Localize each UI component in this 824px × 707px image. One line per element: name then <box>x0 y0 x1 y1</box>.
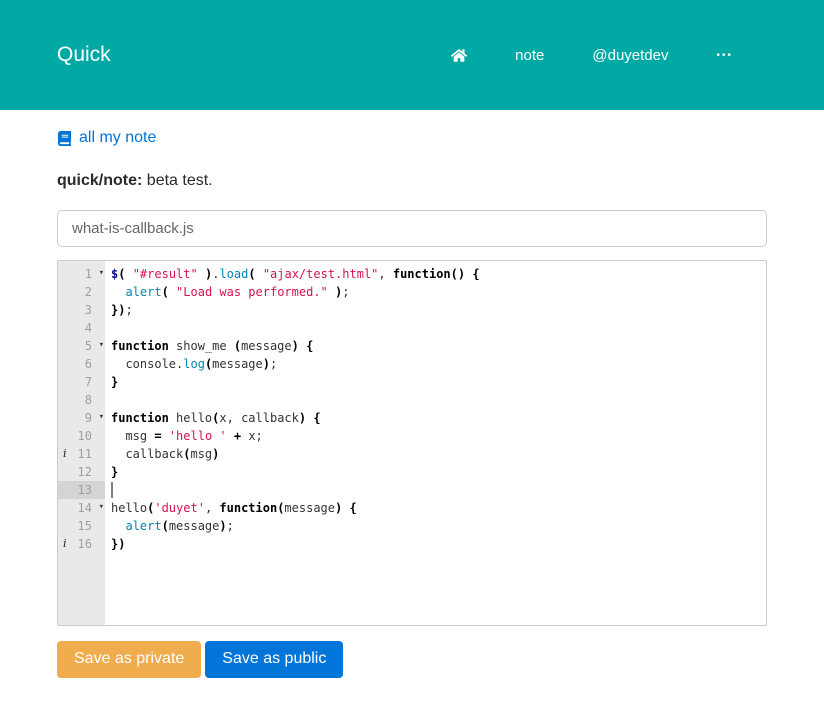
top-nav: note @duyetdev ••• <box>451 47 767 64</box>
code-line-16[interactable]: }) <box>105 535 766 553</box>
info-annotation-icon: i <box>63 535 67 553</box>
brand-title[interactable]: Quick <box>57 43 111 67</box>
code-line-3[interactable]: }); <box>105 301 766 319</box>
editor-line-9[interactable]: 9▾function hello(x, callback) { <box>58 409 766 427</box>
save-public-button[interactable]: Save as public <box>205 641 343 678</box>
note-name: quick/note: <box>57 172 142 189</box>
code-line-1[interactable]: $( "#result" ).load( "ajax/test.html", f… <box>105 265 766 283</box>
editor-line-2[interactable]: 2 alert( "Load was performed." ); <box>58 283 766 301</box>
home-icon <box>451 48 467 63</box>
back-link-label: all my note <box>79 129 156 147</box>
code-line-9[interactable]: function hello(x, callback) { <box>105 409 766 427</box>
gutter-line-number-10[interactable]: 10 <box>58 427 105 445</box>
nav-user[interactable]: @duyetdev <box>592 47 668 64</box>
editor-line-3[interactable]: 3}); <box>58 301 766 319</box>
main-content: all my note quick/note: beta test. 1▾$( … <box>0 110 824 678</box>
code-line-10[interactable]: msg = 'hello ' + x; <box>105 427 766 445</box>
editor-line-1[interactable]: 1▾$( "#result" ).load( "ajax/test.html",… <box>58 265 766 283</box>
editor-line-5[interactable]: 5▾function show_me (message) { <box>58 337 766 355</box>
editor-line-14[interactable]: 14▾hello('duyet', function(message) { <box>58 499 766 517</box>
gutter-line-number-12[interactable]: 12 <box>58 463 105 481</box>
nav-note[interactable]: note <box>515 47 544 64</box>
code-line-5[interactable]: function show_me (message) { <box>105 337 766 355</box>
save-private-button[interactable]: Save as private <box>57 641 201 678</box>
book-icon <box>57 131 72 146</box>
editor-line-11[interactable]: i11 callback(msg) <box>58 445 766 463</box>
fold-arrow-icon[interactable]: ▾ <box>99 339 104 352</box>
note-description: quick/note: beta test. <box>57 172 767 190</box>
code-line-4[interactable] <box>105 319 766 337</box>
gutter-line-number-15[interactable]: 15 <box>58 517 105 535</box>
gutter-line-number-2[interactable]: 2 <box>58 283 105 301</box>
editor-lines: 1▾$( "#result" ).load( "ajax/test.html",… <box>58 261 766 553</box>
gutter-line-number-6[interactable]: 6 <box>58 355 105 373</box>
code-line-13[interactable] <box>105 481 766 499</box>
editor-line-10[interactable]: 10 msg = 'hello ' + x; <box>58 427 766 445</box>
fold-arrow-icon[interactable]: ▾ <box>99 411 104 424</box>
code-line-15[interactable]: alert(message); <box>105 517 766 535</box>
save-buttons-row: Save as private Save as public <box>57 641 767 678</box>
gutter-line-number-3[interactable]: 3 <box>58 301 105 319</box>
code-line-7[interactable]: } <box>105 373 766 391</box>
nav-more-menu[interactable]: ••• <box>716 50 733 61</box>
nav-home[interactable] <box>451 48 467 63</box>
gutter-line-number-1[interactable]: 1▾ <box>58 265 105 283</box>
editor-line-16[interactable]: i16}) <box>58 535 766 553</box>
filename-input[interactable] <box>57 210 767 247</box>
gutter-line-number-16[interactable]: i16 <box>58 535 105 553</box>
gutter-line-number-9[interactable]: 9▾ <box>58 409 105 427</box>
editor-line-15[interactable]: 15 alert(message); <box>58 517 766 535</box>
code-line-11[interactable]: callback(msg) <box>105 445 766 463</box>
code-editor[interactable]: 1▾$( "#result" ).load( "ajax/test.html",… <box>57 260 767 626</box>
editor-line-7[interactable]: 7} <box>58 373 766 391</box>
gutter-line-number-14[interactable]: 14▾ <box>58 499 105 517</box>
code-line-2[interactable]: alert( "Load was performed." ); <box>105 283 766 301</box>
editor-line-6[interactable]: 6 console.log(message); <box>58 355 766 373</box>
note-desc-text: beta test. <box>147 172 213 189</box>
code-line-14[interactable]: hello('duyet', function(message) { <box>105 499 766 517</box>
editor-line-4[interactable]: 4 <box>58 319 766 337</box>
editor-line-13[interactable]: 13 <box>58 481 766 499</box>
editor-line-8[interactable]: 8 <box>58 391 766 409</box>
code-line-8[interactable] <box>105 391 766 409</box>
gutter-line-number-4[interactable]: 4 <box>58 319 105 337</box>
app-header: Quick note @duyetdev ••• <box>0 0 824 110</box>
fold-arrow-icon[interactable]: ▾ <box>99 501 104 514</box>
text-cursor <box>111 482 113 498</box>
gutter-line-number-7[interactable]: 7 <box>58 373 105 391</box>
editor-line-12[interactable]: 12} <box>58 463 766 481</box>
gutter-line-number-5[interactable]: 5▾ <box>58 337 105 355</box>
gutter-line-number-11[interactable]: i11 <box>58 445 105 463</box>
gutter-line-number-8[interactable]: 8 <box>58 391 105 409</box>
info-annotation-icon: i <box>63 445 67 463</box>
gutter-line-number-13[interactable]: 13 <box>58 481 105 499</box>
all-my-note-link[interactable]: all my note <box>57 129 156 147</box>
fold-arrow-icon[interactable]: ▾ <box>99 267 104 280</box>
code-line-12[interactable]: } <box>105 463 766 481</box>
code-line-6[interactable]: console.log(message); <box>105 355 766 373</box>
